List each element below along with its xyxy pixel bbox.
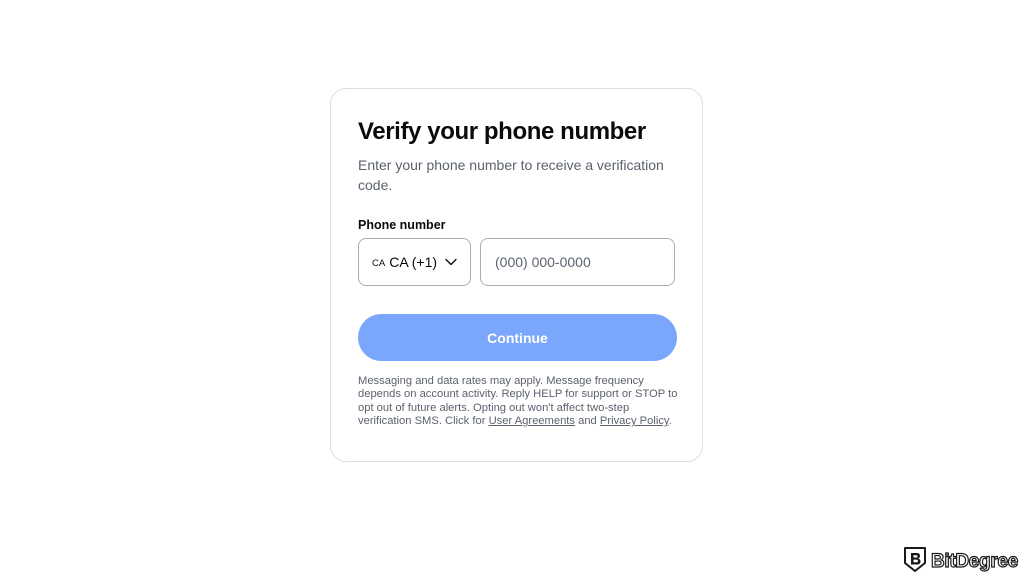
page-subtitle: Enter your phone number to receive a ver… bbox=[358, 157, 664, 193]
country-code-value: CA (+1) bbox=[389, 254, 438, 270]
phone-number-input[interactable] bbox=[480, 238, 675, 286]
page: Verify your phone number Enter your phon… bbox=[0, 0, 1024, 584]
phone-row: CA CA (+1) bbox=[358, 238, 675, 286]
bitdegree-wordmark: BitDegree bbox=[930, 550, 1019, 572]
sms-disclaimer: Messaging and data rates may apply. Mess… bbox=[358, 375, 678, 429]
country-code-select[interactable]: CA CA (+1) bbox=[358, 238, 471, 286]
page-title: Verify your phone number bbox=[358, 118, 646, 145]
privacy-policy-link[interactable]: Privacy Policy bbox=[600, 415, 669, 427]
continue-button[interactable]: Continue bbox=[358, 314, 677, 361]
phone-number-label: Phone number bbox=[358, 218, 446, 232]
country-flag-icon: CA bbox=[372, 258, 386, 269]
bitdegree-logo-icon bbox=[903, 546, 927, 578]
disclaimer-end: . bbox=[668, 415, 672, 428]
disclaimer-and: and bbox=[575, 415, 600, 428]
chevron-down-icon bbox=[444, 255, 458, 269]
user-agreements-link[interactable]: User Agreements bbox=[489, 415, 575, 427]
bitdegree-watermark: BitDegree bbox=[903, 546, 1019, 578]
verify-phone-card: Verify your phone number Enter your phon… bbox=[330, 88, 703, 462]
